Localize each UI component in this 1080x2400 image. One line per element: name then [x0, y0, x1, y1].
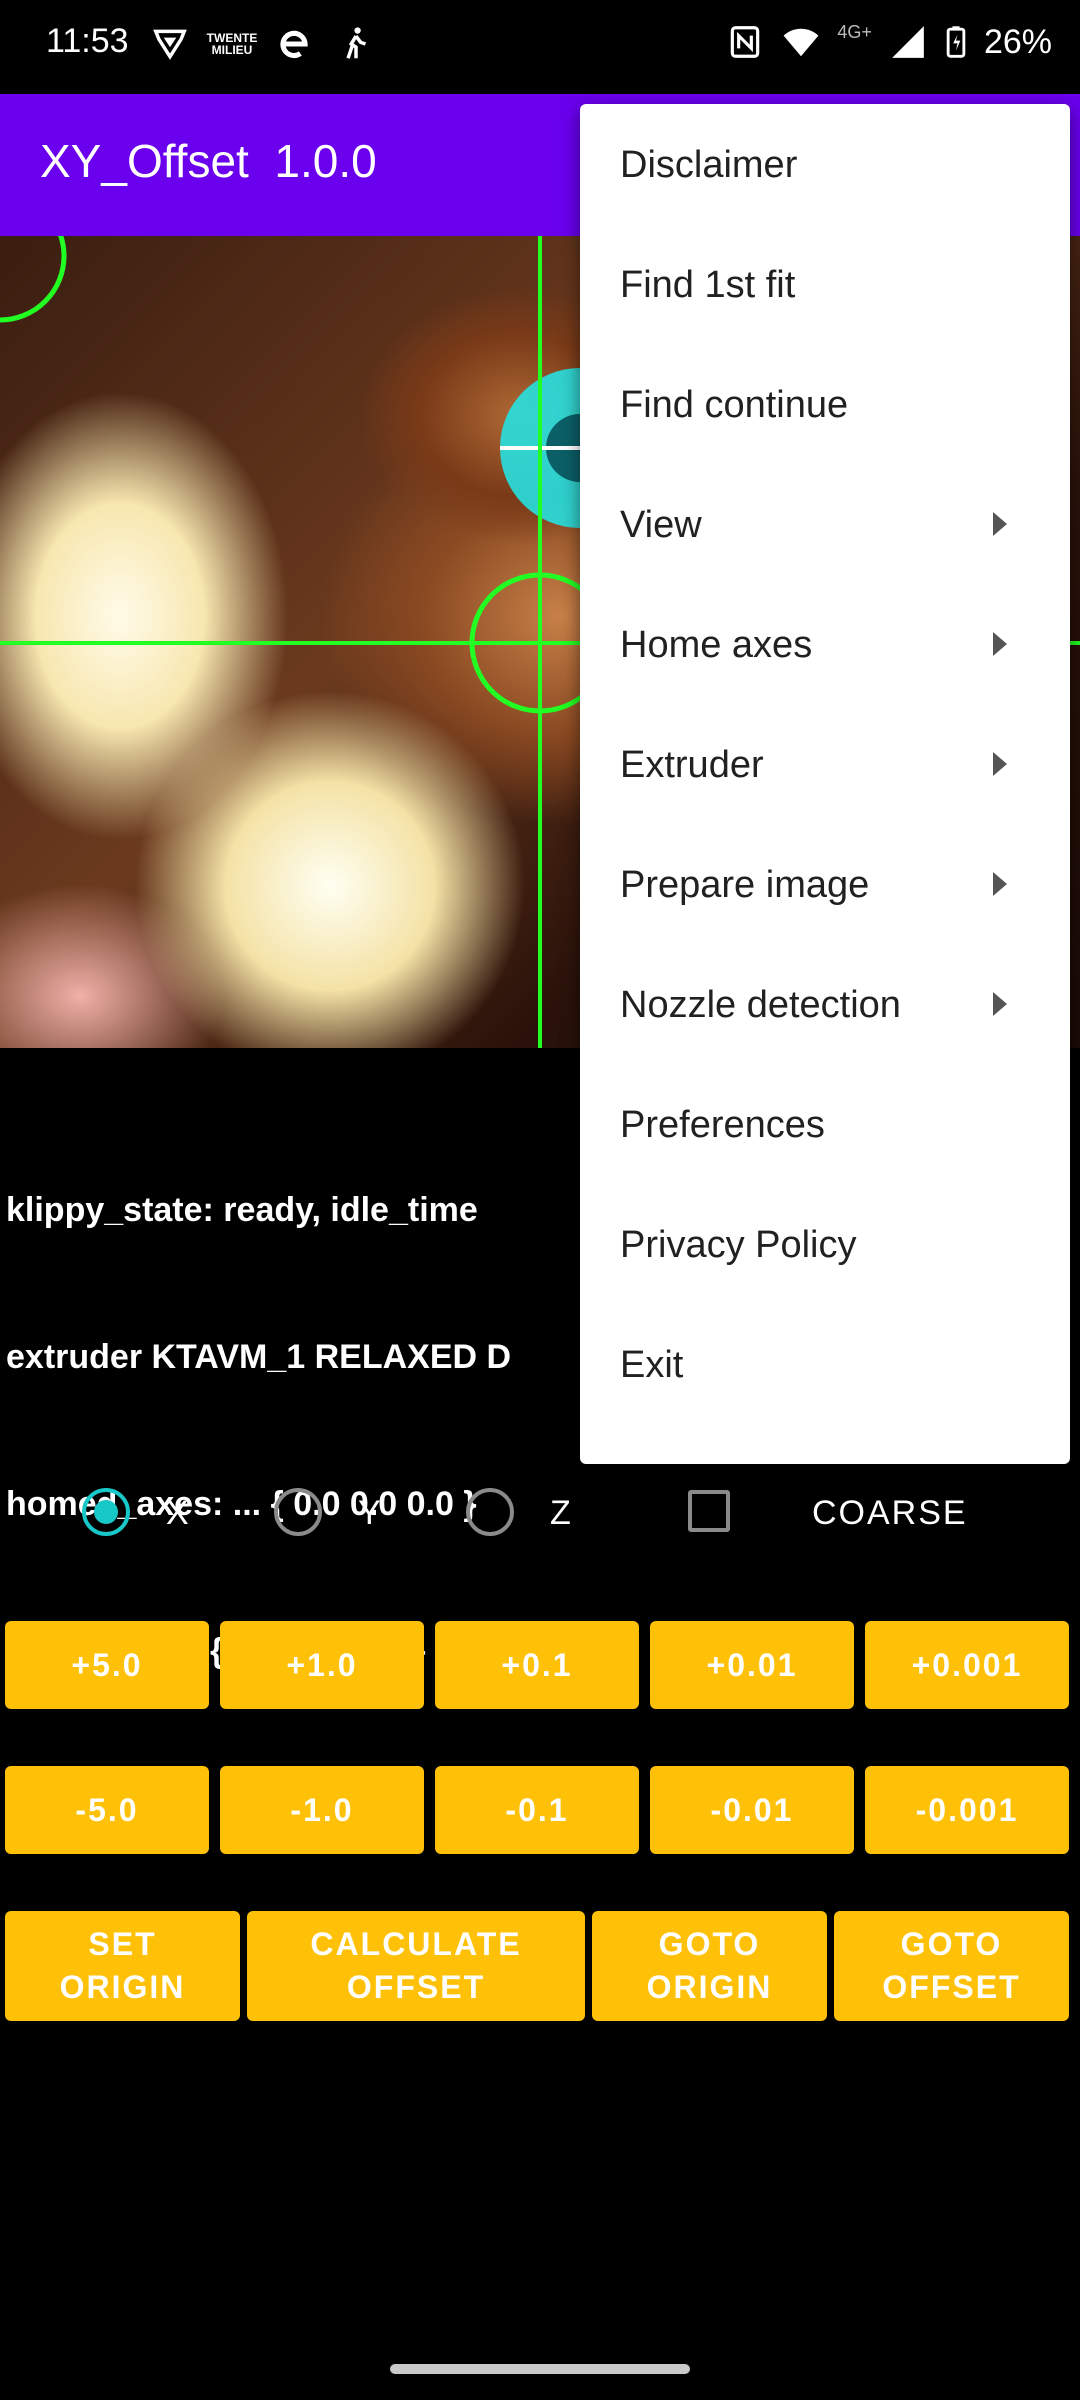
cell-signal-icon: [888, 22, 928, 62]
menu-item-label: Disclaimer: [620, 144, 798, 186]
submenu-arrow-icon: [993, 632, 1007, 656]
goto-offset-line1: GOTO: [900, 1926, 1003, 1962]
menu-item-label: Exit: [620, 1344, 684, 1386]
plus-0-01-button[interactable]: +0.01: [650, 1621, 854, 1709]
overflow-menu: Disclaimer Find 1st fit Find continue Vi…: [580, 104, 1070, 1464]
minus-0-001-button[interactable]: -0.001: [865, 1766, 1069, 1854]
status-bar: 11:53 TWENTE MILIEU 4G+ 26%: [0, 0, 1080, 94]
calculate-offset-line2: OFFSET: [346, 1969, 486, 2005]
coarse-checkbox[interactable]: [688, 1490, 730, 1532]
menu-item-label: Preferences: [620, 1104, 825, 1146]
menu-item-label: Extruder: [620, 744, 764, 786]
calculate-offset-line1: CALCULATE: [310, 1926, 522, 1962]
radio-y-label[interactable]: Y: [358, 1494, 381, 1533]
nfc-icon: [725, 22, 765, 62]
info-line-klippy-state: klippy_state: ready, idle_time: [6, 1191, 478, 1229]
menu-item-extruder[interactable]: Extruder: [580, 704, 1070, 824]
radio-z-label[interactable]: Z: [550, 1494, 571, 1533]
minus-5-button[interactable]: -5.0: [5, 1766, 209, 1854]
submenu-arrow-icon: [993, 752, 1007, 776]
plus-0-001-button[interactable]: +0.001: [865, 1621, 1069, 1709]
goto-offset-button[interactable]: GOTO OFFSET: [834, 1911, 1069, 2021]
menu-item-label: Privacy Policy: [620, 1224, 857, 1266]
menu-item-find-1st-fit[interactable]: Find 1st fit: [580, 224, 1070, 344]
wifi-icon: [781, 22, 821, 62]
menu-item-label: Home axes: [620, 624, 813, 666]
menu-item-label: Prepare image: [620, 864, 870, 906]
menu-item-view[interactable]: View: [580, 464, 1070, 584]
e-app-icon: [274, 24, 314, 64]
set-origin-line1: SET: [88, 1926, 157, 1962]
menu-item-home-axes[interactable]: Home axes: [580, 584, 1070, 704]
calculate-offset-button[interactable]: CALCULATE OFFSET: [247, 1911, 585, 2021]
battery-charging-icon: [944, 22, 968, 62]
goto-origin-line1: GOTO: [658, 1926, 761, 1962]
menu-item-nozzle-detection[interactable]: Nozzle detection: [580, 944, 1070, 1064]
set-origin-line2: ORIGIN: [59, 1969, 186, 2005]
plus-0-1-button[interactable]: +0.1: [435, 1621, 639, 1709]
menu-item-prepare-image[interactable]: Prepare image: [580, 824, 1070, 944]
menu-item-disclaimer[interactable]: Disclaimer: [580, 104, 1070, 224]
submenu-arrow-icon: [993, 992, 1007, 1016]
menu-item-label: View: [620, 504, 702, 546]
radio-y[interactable]: [274, 1488, 322, 1536]
radio-z[interactable]: [466, 1488, 514, 1536]
menu-item-privacy-policy[interactable]: Privacy Policy: [580, 1184, 1070, 1304]
origin-marker-circle: [0, 236, 67, 323]
plus-5-button[interactable]: +5.0: [5, 1621, 209, 1709]
minus-0-1-button[interactable]: -0.1: [435, 1766, 639, 1854]
menu-item-find-continue[interactable]: Find continue: [580, 344, 1070, 464]
status-time: 11:53: [46, 22, 129, 60]
coarse-label[interactable]: COARSE: [812, 1494, 968, 1533]
network-type-label: 4G+: [837, 21, 872, 42]
radio-x-label[interactable]: X: [166, 1494, 189, 1533]
set-origin-button[interactable]: SET ORIGIN: [5, 1911, 240, 2021]
vpn-shield-icon: [150, 24, 190, 64]
axis-selector: X Y Z COARSE: [0, 1474, 1080, 1554]
goto-origin-button[interactable]: GOTO ORIGIN: [592, 1911, 827, 2021]
walking-person-icon: [336, 24, 376, 64]
twente-milieu-icon: TWENTE MILIEU: [206, 31, 258, 57]
menu-item-preferences[interactable]: Preferences: [580, 1064, 1070, 1184]
battery-percentage: 26%: [983, 22, 1052, 61]
minus-0-01-button[interactable]: -0.01: [650, 1766, 854, 1854]
goto-origin-line2: ORIGIN: [646, 1969, 773, 2005]
goto-offset-line2: OFFSET: [882, 1969, 1021, 2005]
menu-item-label: Find 1st fit: [620, 264, 796, 306]
plus-1-button[interactable]: +1.0: [220, 1621, 424, 1709]
minus-1-button[interactable]: -1.0: [220, 1766, 424, 1854]
submenu-arrow-icon: [993, 872, 1007, 896]
menu-item-label: Nozzle detection: [620, 984, 901, 1026]
gesture-nav-handle[interactable]: [390, 2364, 690, 2374]
menu-item-label: Find continue: [620, 384, 849, 426]
info-line-extruder: extruder KTAVM_1 RELAXED D: [6, 1338, 512, 1376]
app-title: XY_Offset 1.0.0: [40, 135, 377, 187]
radio-x[interactable]: [82, 1488, 130, 1536]
submenu-arrow-icon: [993, 512, 1007, 536]
menu-item-exit[interactable]: Exit: [580, 1304, 1070, 1424]
